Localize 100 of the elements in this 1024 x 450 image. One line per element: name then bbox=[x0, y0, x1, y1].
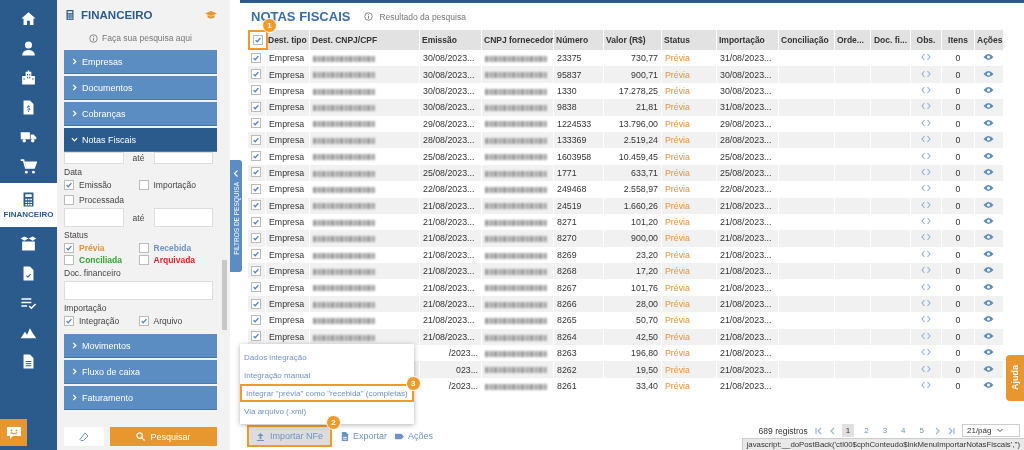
checkbox[interactable] bbox=[251, 282, 261, 293]
eye-icon[interactable] bbox=[983, 233, 995, 242]
column-header[interactable]: Status bbox=[661, 30, 717, 50]
code-icon[interactable] bbox=[921, 118, 931, 127]
page-button[interactable]: 1 bbox=[841, 424, 855, 437]
checkbox[interactable] bbox=[138, 243, 149, 253]
eye-icon[interactable] bbox=[983, 315, 995, 324]
eye-icon[interactable] bbox=[983, 151, 995, 160]
eye-icon[interactable] bbox=[983, 331, 995, 340]
column-header[interactable]: Valor (R$) bbox=[603, 30, 662, 50]
checkbox[interactable] bbox=[138, 316, 149, 326]
checkbox[interactable] bbox=[251, 331, 261, 342]
code-icon[interactable] bbox=[921, 167, 931, 176]
column-header[interactable]: Dest. tipo bbox=[265, 30, 310, 50]
code-icon[interactable] bbox=[921, 217, 931, 226]
checkbox[interactable] bbox=[64, 243, 74, 253]
clear-button[interactable] bbox=[64, 427, 104, 446]
code-icon[interactable] bbox=[921, 135, 931, 144]
checkbox[interactable] bbox=[251, 101, 261, 112]
checkbox[interactable] bbox=[64, 255, 74, 265]
toolbar-link[interactable]: Exportar bbox=[340, 431, 388, 441]
accordion-header[interactable]: Faturamento bbox=[64, 386, 217, 410]
checkbox[interactable] bbox=[64, 195, 74, 205]
checkbox[interactable] bbox=[251, 183, 261, 194]
toolbar-link[interactable]: Ações bbox=[395, 431, 434, 441]
scrollbar[interactable] bbox=[222, 260, 227, 330]
page-button[interactable]: 5 bbox=[915, 424, 928, 437]
checkbox[interactable] bbox=[251, 134, 261, 145]
page-button[interactable]: 4 bbox=[897, 424, 910, 437]
column-header[interactable]: Ações bbox=[974, 30, 1003, 50]
code-icon[interactable] bbox=[921, 69, 931, 78]
column-header[interactable]: Obs. bbox=[910, 30, 942, 50]
chat-button[interactable] bbox=[0, 419, 27, 446]
page-button[interactable]: 3 bbox=[878, 424, 892, 437]
eye-icon[interactable] bbox=[983, 85, 995, 94]
eye-icon[interactable] bbox=[983, 364, 995, 373]
text-field[interactable] bbox=[153, 152, 213, 164]
accordion-header[interactable]: Fluxo de caixa bbox=[64, 360, 217, 384]
code-icon[interactable] bbox=[921, 184, 931, 193]
search-button[interactable]: Pesquisar bbox=[110, 427, 217, 446]
eye-icon[interactable] bbox=[983, 200, 995, 209]
eye-icon[interactable] bbox=[983, 184, 995, 193]
code-icon[interactable] bbox=[921, 102, 931, 111]
code-icon[interactable] bbox=[921, 348, 931, 357]
eye-icon[interactable] bbox=[983, 381, 995, 389]
import-button[interactable]: Importar NFe bbox=[247, 425, 332, 447]
checkbox[interactable] bbox=[251, 249, 261, 260]
date-field[interactable] bbox=[64, 208, 124, 227]
checkbox[interactable] bbox=[251, 118, 261, 129]
checkbox[interactable] bbox=[251, 314, 261, 325]
eye-icon[interactable] bbox=[983, 282, 995, 291]
page-size-select[interactable]: 21/pág bbox=[962, 424, 1020, 437]
code-icon[interactable] bbox=[921, 53, 931, 62]
eye-icon[interactable] bbox=[983, 69, 995, 78]
code-icon[interactable] bbox=[921, 200, 931, 209]
code-icon[interactable] bbox=[921, 282, 931, 291]
checkbox[interactable] bbox=[251, 298, 261, 309]
column-header[interactable]: Doc. fi... bbox=[870, 30, 911, 50]
eye-icon[interactable] bbox=[983, 53, 995, 62]
code-icon[interactable] bbox=[921, 331, 931, 340]
checkbox[interactable] bbox=[251, 151, 261, 162]
nav-button[interactable]: FINANCEIRO bbox=[0, 183, 57, 227]
accordion-header[interactable]: Notas Fiscais bbox=[64, 128, 217, 152]
column-header[interactable]: Itens bbox=[941, 30, 975, 50]
checkbox[interactable] bbox=[64, 180, 74, 190]
code-icon[interactable] bbox=[921, 381, 931, 389]
column-header[interactable]: Orde... bbox=[834, 30, 871, 50]
checkbox[interactable] bbox=[251, 265, 261, 276]
checkbox[interactable] bbox=[251, 69, 261, 80]
column-header[interactable]: Número bbox=[553, 30, 604, 50]
code-icon[interactable] bbox=[921, 249, 931, 258]
eye-icon[interactable] bbox=[983, 266, 995, 275]
code-icon[interactable] bbox=[921, 315, 931, 324]
checkbox[interactable] bbox=[138, 255, 149, 265]
column-header[interactable]: Dest. CNPJ/CPF bbox=[309, 30, 420, 50]
eye-icon[interactable] bbox=[983, 102, 995, 111]
help-tab[interactable]: Ajuda bbox=[1006, 355, 1024, 401]
column-header[interactable]: Conciliação bbox=[778, 30, 835, 50]
text-field[interactable] bbox=[64, 152, 124, 164]
accordion-header[interactable]: Empresas bbox=[64, 50, 217, 74]
last-page-icon[interactable] bbox=[948, 426, 956, 435]
checkbox[interactable] bbox=[251, 52, 261, 63]
graduation-cap-icon[interactable] bbox=[205, 9, 217, 21]
code-icon[interactable] bbox=[921, 299, 931, 308]
eye-icon[interactable] bbox=[983, 348, 995, 357]
eye-icon[interactable] bbox=[983, 118, 995, 127]
first-page-icon[interactable] bbox=[813, 426, 822, 435]
eye-icon[interactable] bbox=[983, 135, 995, 144]
accordion-header[interactable]: Movimentos bbox=[64, 334, 217, 358]
date-field[interactable] bbox=[153, 208, 213, 227]
code-icon[interactable] bbox=[921, 364, 931, 373]
column-header[interactable]: Emissão bbox=[419, 30, 482, 50]
code-icon[interactable] bbox=[921, 85, 931, 94]
checkbox[interactable] bbox=[252, 35, 263, 45]
eye-icon[interactable] bbox=[983, 167, 995, 176]
accordion-header[interactable]: Documentos bbox=[64, 76, 217, 100]
checkbox[interactable] bbox=[64, 316, 74, 326]
checkbox[interactable] bbox=[251, 200, 261, 211]
code-icon[interactable] bbox=[921, 151, 931, 160]
accordion-header[interactable]: Cobranças bbox=[64, 102, 217, 126]
